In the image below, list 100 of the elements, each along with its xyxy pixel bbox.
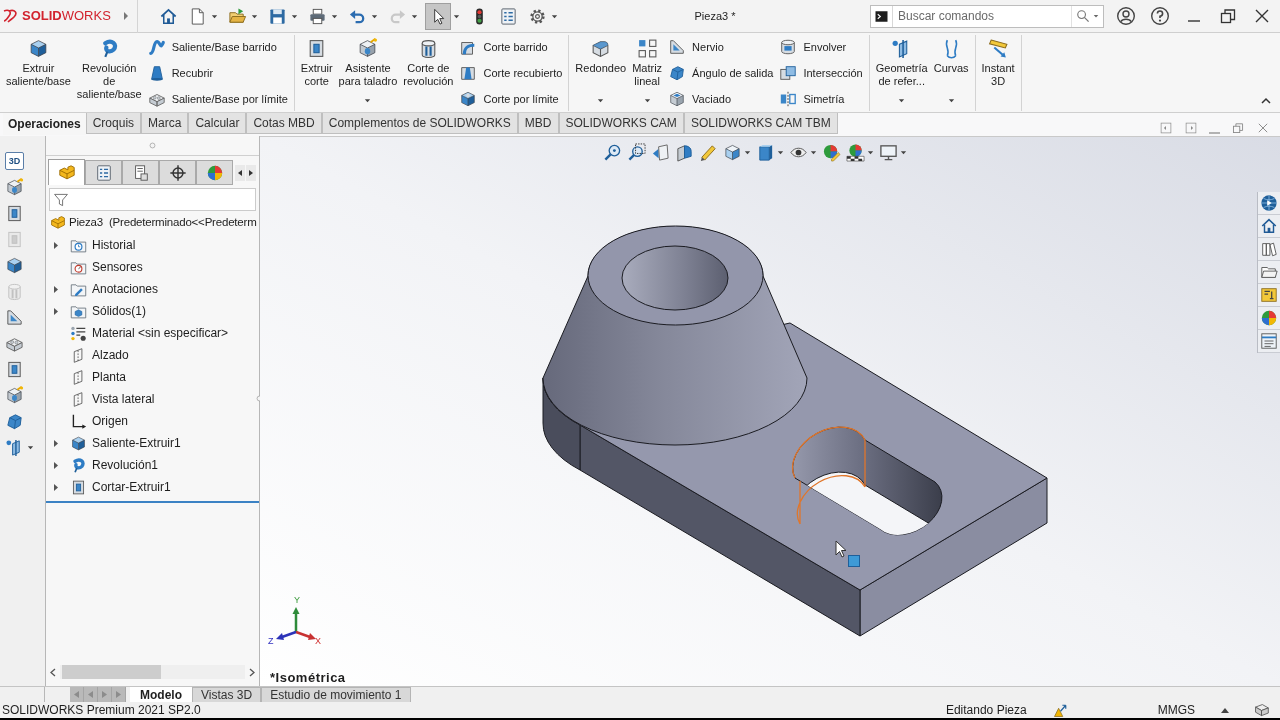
tab[interactable]: Vistas 3D [192, 686, 262, 703]
scene-ball-icon[interactable] [846, 143, 865, 162]
caret-icon[interactable] [551, 12, 558, 20]
command-prompt-icon[interactable] [874, 8, 889, 24]
color-wheel-icon[interactable] [1260, 309, 1278, 327]
tab[interactable]: Croquis [85, 113, 142, 134]
command-button[interactable]: Geometría de refer... [872, 35, 931, 111]
tree-item[interactable]: Cortar-Extruir1 [92, 478, 171, 496]
search-bar[interactable]: Buscar comandos [870, 4, 1104, 28]
tree-item[interactable]: Sensores [92, 258, 143, 276]
scroll-left-button[interactable] [235, 165, 245, 181]
tab[interactable]: Estudio de movimiento 1 [261, 686, 411, 703]
tree-item[interactable]: Saliente-Extruir1 [92, 434, 181, 452]
drilled-block-icon[interactable] [5, 385, 24, 405]
panel-tab[interactable] [196, 160, 233, 185]
expand-arrow-icon[interactable] [54, 307, 58, 315]
home-icon[interactable] [1260, 217, 1278, 235]
tree-item[interactable]: Sólidos(1) [92, 302, 147, 320]
zoom-fit-icon[interactable] [603, 143, 622, 162]
tab[interactable]: Cotas MBD [246, 113, 322, 134]
search-icon[interactable] [1076, 9, 1090, 23]
caret-icon[interactable] [947, 97, 955, 104]
cut-block-icon[interactable] [5, 203, 24, 223]
caret-icon[interactable] [597, 97, 605, 104]
caret-icon[interactable] [364, 97, 372, 104]
caret-icon[interactable] [211, 12, 218, 20]
collapse-chevron-icon[interactable] [1261, 97, 1271, 104]
command-button[interactable]: Recubrir [144, 60, 291, 86]
command-button[interactable]: Corte por límite [456, 86, 566, 112]
splitter-handle-icon[interactable] [149, 142, 156, 149]
monitor-icon[interactable] [879, 143, 898, 162]
restore-icon[interactable] [1231, 121, 1245, 135]
tab[interactable]: SOLIDWORKS CAM [558, 113, 684, 134]
command-button[interactable]: Curvas [930, 35, 972, 111]
caret-icon[interactable] [251, 12, 258, 20]
command-button[interactable]: Nervio [665, 34, 777, 60]
expand-arrow-icon[interactable] [54, 241, 58, 249]
command-button[interactable]: Vaciado [665, 86, 777, 112]
tree-item[interactable]: Revolución1 [92, 456, 159, 474]
command-button[interactable]: Extruir corte [297, 35, 336, 111]
pencil-icon[interactable] [699, 143, 718, 162]
color-ball-pencil-icon[interactable] [822, 143, 841, 162]
scrollbar-track[interactable] [60, 665, 245, 679]
books-icon[interactable] [1260, 240, 1278, 258]
globe-icon[interactable] [1260, 194, 1278, 212]
caret-icon[interactable] [27, 443, 34, 451]
caret-up-icon[interactable] [1221, 707, 1229, 713]
tab[interactable]: Modelo [130, 686, 192, 703]
caret-icon[interactable] [331, 12, 338, 20]
cube-outline-icon[interactable] [1253, 701, 1270, 719]
caret-icon[interactable] [810, 149, 817, 156]
menu-arrow-icon[interactable] [123, 11, 129, 21]
caret-icon[interactable] [643, 97, 651, 104]
caret-icon[interactable] [900, 149, 907, 156]
tree-item[interactable]: Pieza3 (Predeterminado<<Predeterm [69, 214, 257, 232]
scroll-right-icon[interactable] [249, 667, 255, 677]
tree-item[interactable]: Material <sin especificar> [92, 324, 229, 342]
expand-arrow-icon[interactable] [54, 461, 58, 469]
caret-icon[interactable] [371, 12, 378, 20]
tab[interactable]: Marca [141, 113, 189, 134]
command-button[interactable]: Corte recubierto [456, 60, 566, 86]
panel-tab[interactable] [48, 159, 85, 185]
command-button[interactable]: Extruir saliente/base [3, 35, 74, 111]
tab[interactable]: SOLIDWORKS CAM TBM [683, 113, 838, 134]
tree-item[interactable]: Alzado [92, 346, 129, 364]
caret-icon[interactable] [291, 12, 298, 20]
tab[interactable]: Complementos de SOLIDWORKS [321, 113, 518, 134]
caret-icon[interactable] [898, 97, 906, 104]
cube-icon[interactable] [5, 255, 24, 275]
caret-icon[interactable] [1093, 13, 1099, 19]
tree-item[interactable]: Planta [92, 368, 127, 386]
section-view-icon[interactable] [675, 143, 694, 162]
view-palette-icon[interactable] [1260, 286, 1278, 304]
caret-icon[interactable] [744, 149, 751, 156]
tab[interactable]: Calcular [188, 113, 247, 134]
rebuild-warning-icon[interactable] [1052, 702, 1068, 718]
scroll-right-button[interactable] [246, 165, 256, 181]
scrollbar-thumb[interactable] [62, 665, 161, 679]
filter-field[interactable] [49, 188, 256, 211]
properties-list-icon[interactable] [1260, 332, 1278, 350]
previous-view-icon[interactable] [651, 143, 670, 162]
draft-block-icon[interactable] [5, 411, 24, 431]
tree-item[interactable]: Vista lateral [92, 390, 155, 408]
close-icon[interactable] [1256, 121, 1270, 135]
command-button[interactable]: Envolver [776, 34, 866, 60]
panel-tab[interactable] [122, 160, 159, 185]
search-field[interactable]: Buscar comandos [893, 5, 1071, 27]
zoom-area-icon[interactable] [627, 143, 646, 162]
view-cube-icon[interactable] [723, 143, 742, 162]
command-button[interactable]: Corte barrido [456, 34, 566, 60]
command-button[interactable]: Instant 3D [978, 35, 1018, 111]
tree-item[interactable]: Origen [92, 412, 129, 430]
command-button[interactable]: Asistente para taladro [335, 35, 401, 111]
scroll-left-icon[interactable] [50, 667, 56, 677]
expand-arrow-icon[interactable] [54, 483, 58, 491]
command-button[interactable]: Saliente/Base barrido [144, 34, 291, 60]
tree-item[interactable]: Historial [92, 236, 136, 254]
command-button[interactable]: Redondeo [572, 35, 630, 111]
command-button[interactable]: Matriz lineal [629, 35, 666, 111]
command-button[interactable]: Ángulo de salida [665, 60, 777, 86]
